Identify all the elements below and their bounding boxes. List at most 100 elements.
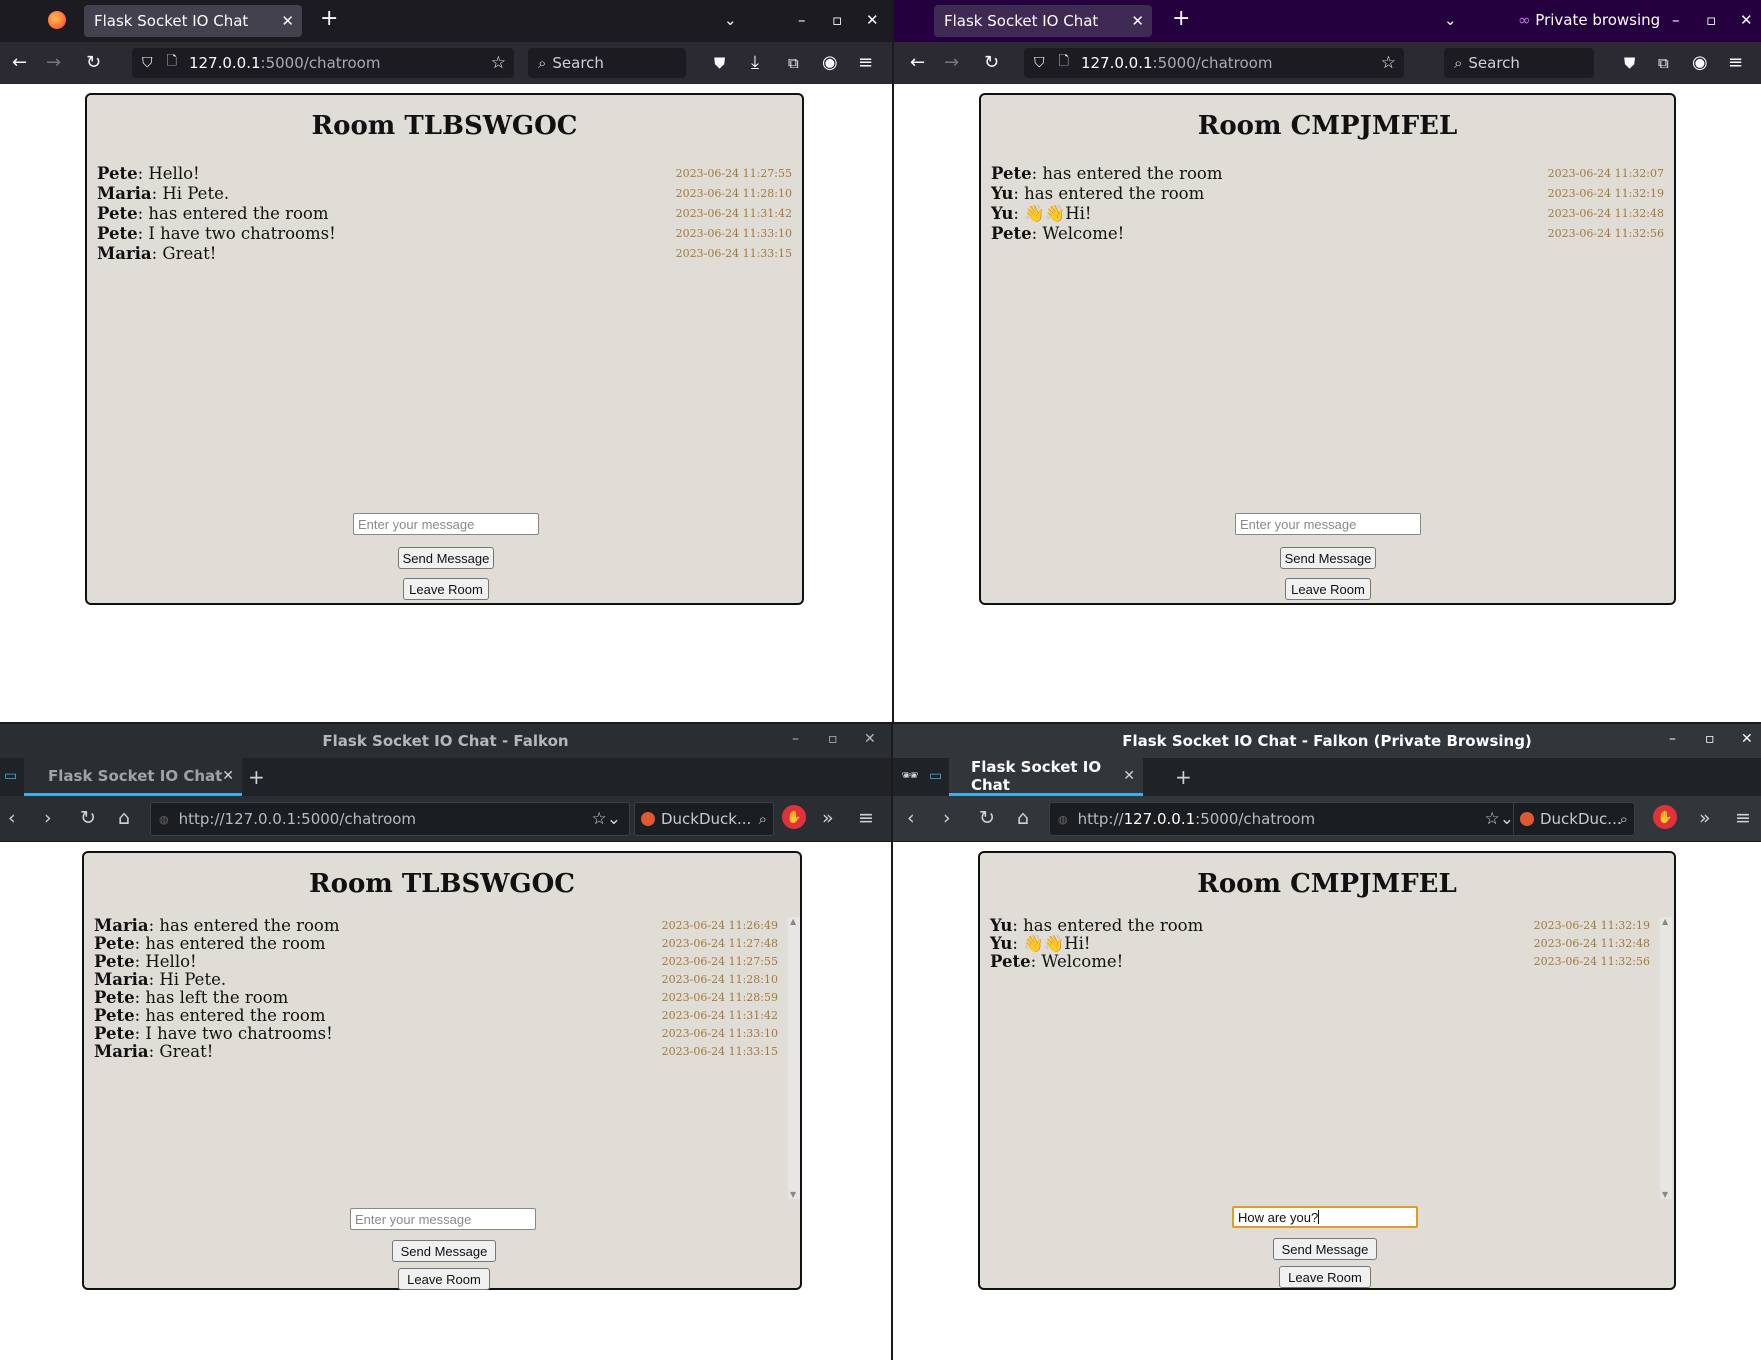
search-input[interactable]: ⌕ Search [528, 48, 686, 78]
pocket-icon[interactable]: ⛊ [1624, 51, 1635, 75]
message-scrollbar[interactable]: ▲ ▼ [1660, 917, 1672, 1199]
tab-chat[interactable]: Flask Socket IO Chat ✕ [84, 5, 302, 37]
list-item: Pete: Welcome! 2023-06-24 11:32:56 [991, 224, 1664, 244]
extensions-icon[interactable]: ⧉ [788, 51, 799, 75]
leave-room-button[interactable]: Leave Room [398, 1268, 490, 1290]
new-tab-icon[interactable]: + [248, 765, 265, 789]
maximize-icon[interactable]: ▫ [832, 9, 842, 31]
reload-icon[interactable]: ↻ [979, 806, 995, 830]
scroll-down-icon[interactable]: ▼ [1662, 1190, 1668, 1199]
tab-chat[interactable]: Flask Socket IO Chat ✕ [24, 758, 242, 796]
star-icon[interactable]: ☆⌄ [592, 809, 621, 829]
chevron-down-icon[interactable]: ⌄ [1444, 9, 1457, 31]
leave-room-button[interactable]: Leave Room [1285, 578, 1371, 600]
extensions-icon[interactable]: » [822, 806, 834, 830]
close-window-icon[interactable]: ✕ [866, 9, 879, 31]
scroll-up-icon[interactable]: ▲ [1662, 917, 1668, 926]
maximize-icon[interactable]: ▫ [1705, 731, 1715, 747]
chevron-down-icon[interactable]: ⌄ [724, 9, 737, 31]
maximize-icon[interactable]: ▫ [828, 731, 838, 747]
minimize-icon[interactable]: – [792, 731, 799, 747]
extensions-icon[interactable]: » [1699, 806, 1711, 830]
send-message-button[interactable]: Send Message [398, 547, 494, 569]
home-icon[interactable]: ⌂ [1017, 806, 1029, 830]
reload-icon[interactable]: ↻ [984, 51, 999, 75]
forward-icon[interactable]: › [44, 806, 52, 830]
url-bar[interactable]: ⛉ 🗋 127.0.0.1:5000/chatroom ☆ [132, 48, 514, 78]
back-icon[interactable]: ‹ [8, 806, 16, 830]
tab-chat[interactable]: Flask Socket IO Chat ✕ [949, 758, 1143, 796]
close-icon[interactable]: ✕ [1131, 12, 1144, 30]
url-bar[interactable]: ◍ http://127.0.0.1:5000/chatroom ☆⌄ [1049, 802, 1523, 836]
private-browsing-label: Private browsing [1535, 11, 1661, 29]
search-input[interactable]: ⌕ Search [1444, 48, 1594, 78]
star-icon[interactable]: ☆⌄ [1485, 809, 1514, 829]
search-input[interactable]: DuckDuck... ⌕ [634, 802, 774, 836]
back-icon[interactable]: ← [910, 51, 925, 75]
send-message-button[interactable]: Send Message [1280, 547, 1376, 569]
message-input[interactable]: Enter your message [350, 1208, 536, 1230]
menu-icon[interactable]: ≡ [1735, 806, 1751, 830]
minimize-icon[interactable]: – [1669, 731, 1676, 747]
star-icon[interactable]: ☆ [1381, 53, 1396, 73]
firefox-logo-icon[interactable] [48, 11, 66, 29]
scroll-up-icon[interactable]: ▲ [790, 917, 796, 926]
tab-list-icon[interactable]: ▭ [929, 768, 942, 784]
extensions-icon[interactable]: ⧉ [1658, 51, 1669, 75]
pocket-icon[interactable]: ⛊ [714, 51, 725, 75]
message-text: : Hello! [134, 952, 197, 971]
url-bar[interactable]: ◍ http://127.0.0.1:5000/chatroom ☆⌄ [150, 802, 630, 836]
url-bar[interactable]: ⛉ 🗋 127.0.0.1:5000/chatroom ☆ [1024, 48, 1404, 78]
menu-icon[interactable]: ≡ [1728, 51, 1743, 75]
url-path: :5000/chatroom [1152, 54, 1273, 72]
message-input[interactable]: How are you? [1232, 1206, 1418, 1228]
menu-icon[interactable]: ≡ [858, 806, 874, 830]
message-timestamp: 2023-06-24 11:27:48 [661, 937, 778, 950]
leave-room-button[interactable]: Leave Room [403, 578, 489, 600]
message-input-value: How are you? [1238, 1209, 1319, 1225]
account-icon[interactable]: ◉ [822, 51, 838, 75]
tab-chat[interactable]: Flask Socket IO Chat ✕ [934, 5, 1152, 37]
message-scrollbar[interactable]: ▲ ▼ [788, 917, 800, 1199]
close-icon[interactable]: ✕ [222, 768, 234, 784]
minimize-icon[interactable]: – [798, 9, 806, 31]
reload-icon[interactable]: ↻ [86, 51, 101, 75]
window-title: Flask Socket IO Chat - Falkon (Private B… [893, 724, 1761, 758]
new-tab-icon[interactable]: + [320, 8, 338, 30]
home-icon[interactable]: ⌂ [118, 806, 130, 830]
reload-icon[interactable]: ↻ [80, 806, 96, 830]
send-message-button[interactable]: Send Message [1273, 1238, 1377, 1260]
leave-room-button[interactable]: Leave Room [1279, 1266, 1371, 1288]
back-icon[interactable]: ‹ [907, 806, 915, 830]
minimize-icon[interactable]: – [1672, 9, 1680, 31]
url-host: 127.0.0.1 [1080, 54, 1153, 72]
adblock-icon[interactable]: ✋ [1653, 805, 1677, 829]
menu-icon[interactable]: ≡ [858, 51, 873, 75]
close-window-icon[interactable]: ✕ [1741, 731, 1753, 747]
account-icon[interactable]: ◉ [1692, 51, 1708, 75]
shield-icon[interactable]: ⛉ [1034, 55, 1045, 71]
close-window-icon[interactable]: ✕ [1740, 9, 1753, 31]
message-input[interactable]: Enter your message [353, 513, 539, 535]
forward-icon[interactable]: → [944, 51, 959, 75]
download-icon[interactable]: ⤓ [751, 51, 759, 75]
forward-icon[interactable]: → [46, 51, 61, 75]
scroll-down-icon[interactable]: ▼ [790, 1190, 796, 1199]
close-window-icon[interactable]: ✕ [864, 731, 876, 747]
send-message-button[interactable]: Send Message [392, 1240, 496, 1262]
shield-icon[interactable]: ⛉ [142, 55, 153, 71]
room-title: Room CMPJMFEL [1197, 111, 1458, 141]
message-input[interactable]: Enter your message [1235, 513, 1421, 535]
back-icon[interactable]: ← [12, 51, 27, 75]
close-icon[interactable]: ✕ [1123, 768, 1135, 784]
new-tab-icon[interactable]: + [1172, 8, 1190, 30]
close-icon[interactable]: ✕ [281, 12, 294, 30]
falkon-window-private: Flask Socket IO Chat - Falkon (Private B… [893, 724, 1761, 1360]
new-tab-icon[interactable]: + [1175, 765, 1192, 789]
star-icon[interactable]: ☆ [491, 53, 506, 73]
tab-list-icon[interactable]: ▭ [4, 768, 17, 784]
search-input[interactable]: DuckDuc... ⌕ [1513, 802, 1635, 836]
forward-icon[interactable]: › [943, 806, 951, 830]
maximize-icon[interactable]: ▫ [1706, 9, 1716, 31]
adblock-icon[interactable]: ✋ [782, 805, 806, 829]
